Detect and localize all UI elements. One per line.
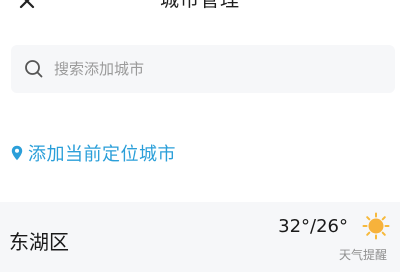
top-bar: 城市管理 — [0, 0, 400, 14]
search-bar[interactable] — [11, 45, 395, 93]
city-name: 东湖区 — [9, 230, 69, 254]
search-input[interactable] — [52, 59, 356, 79]
location-pin-icon — [10, 144, 24, 162]
search-icon — [24, 59, 44, 79]
city-list-item[interactable]: 东湖区 32°/26° 天气提醒 — [0, 202, 400, 272]
add-current-location-button[interactable]: 添加当前定位城市 — [10, 140, 176, 166]
sun-icon — [362, 212, 390, 240]
city-temperature: 32°/26° — [278, 216, 348, 237]
weather-alert-button[interactable]: 天气提醒 — [339, 246, 387, 263]
add-current-location-label: 添加当前定位城市 — [28, 144, 176, 165]
page-title: 城市管理 — [159, 0, 240, 11]
